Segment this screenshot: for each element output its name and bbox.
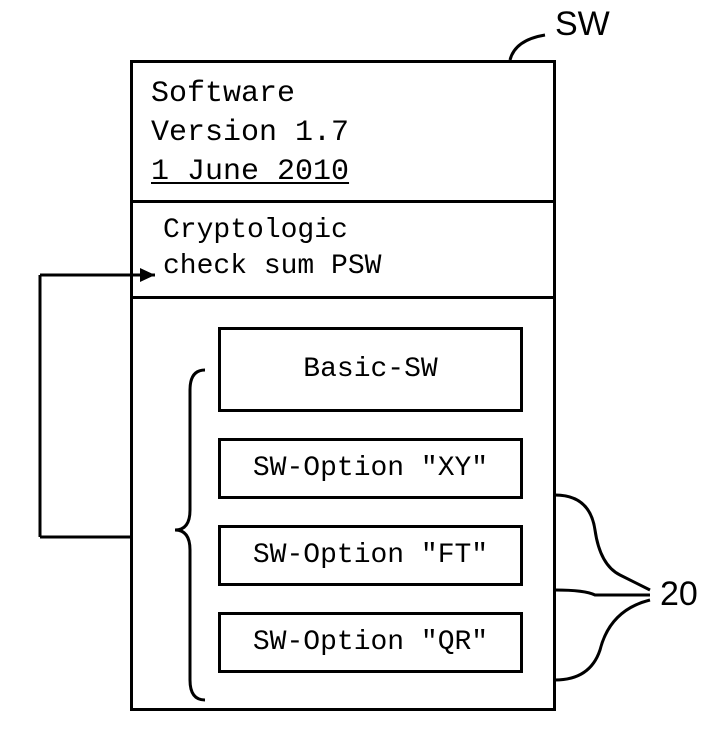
option-xy: SW-Option "XY"	[218, 438, 523, 499]
header-version: Version 1.7	[151, 114, 535, 153]
option-ft: SW-Option "FT"	[218, 525, 523, 586]
header-title: Software	[151, 75, 535, 114]
options-container: Basic-SW SW-Option "XY" SW-Option "FT" S…	[133, 299, 553, 693]
header-section: Software Version 1.7 1 June 2010	[133, 63, 553, 203]
sw-callout-label: SW	[555, 5, 610, 44]
checksum-section: Cryptologic check sum PSW	[133, 203, 553, 299]
checksum-line1: Cryptologic	[163, 213, 535, 249]
header-date: 1 June 2010	[151, 153, 535, 192]
software-box: Software Version 1.7 1 June 2010 Cryptol…	[130, 60, 556, 711]
label-20: 20	[660, 575, 698, 614]
checksum-line2: check sum PSW	[163, 249, 535, 285]
option-qr: SW-Option "QR"	[218, 612, 523, 673]
option-basic-sw: Basic-SW	[218, 327, 523, 412]
